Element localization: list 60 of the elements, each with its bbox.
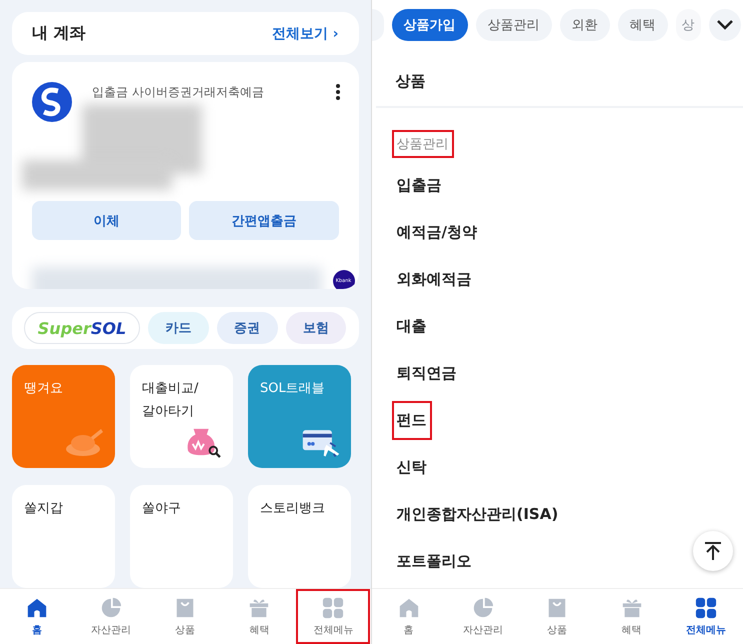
tile-label: 대출비교/ 갈아타기	[142, 380, 198, 419]
group-title: 상품관리	[392, 130, 454, 158]
pie-chart-icon	[472, 596, 494, 618]
bank-logo-icon	[32, 82, 72, 122]
nav-tab[interactable]: 자산관리	[74, 589, 148, 644]
account-action-button[interactable]: 간편앱출금	[189, 201, 338, 240]
chevron-down-icon	[716, 20, 732, 30]
tile-label: 쏠야구	[142, 500, 181, 516]
nav-tab[interactable]: 홈	[0, 589, 74, 644]
nav-tab[interactable]: 자산관리	[446, 589, 520, 644]
account-name: 입출금 사이버증권거래저축예금	[92, 84, 264, 102]
service-tile[interactable]: 쏠야구	[130, 484, 233, 588]
quick-chip[interactable]: 카드	[148, 312, 209, 344]
menu-item[interactable]: 신탁	[392, 448, 432, 487]
menu-item[interactable]: 대출	[392, 307, 432, 346]
menu-item[interactable]: 퇴직연금	[392, 354, 462, 393]
gift-icon	[248, 596, 270, 618]
nav-tab[interactable]: 혜택	[222, 589, 296, 644]
menu-item[interactable]: 포트폴리오	[392, 542, 476, 581]
view-all-link[interactable]: 전체보기 ›	[272, 24, 338, 43]
section-title: 내 계좌	[32, 23, 86, 44]
grid-menu-icon	[322, 596, 344, 618]
nav-tab[interactable]: 상품	[148, 589, 222, 644]
menu-item[interactable]: 개인종합자산관리(ISA)	[392, 495, 564, 534]
scroll-to-top-button[interactable]	[693, 531, 733, 571]
menu-item[interactable]: 예적금/청약	[392, 213, 482, 252]
nav-tab[interactable]: 혜택	[594, 589, 669, 644]
tile-label: 스토리뱅크	[260, 500, 325, 516]
tile-label: 땡겨요	[24, 380, 63, 396]
more-icon[interactable]	[334, 84, 340, 100]
tab-chip[interactable]: 외환	[560, 9, 610, 41]
expand-button[interactable]	[708, 9, 740, 41]
bag-icon	[546, 596, 568, 618]
tab-chip[interactable]: 상품관리	[476, 9, 552, 41]
nav-tab[interactable]: 상품	[520, 589, 594, 644]
gift-icon	[620, 596, 643, 618]
home-icon	[398, 596, 420, 618]
nav-tab[interactable]: 홈	[372, 589, 446, 644]
service-tile[interactable]: 대출비교/ 갈아타기	[130, 364, 233, 468]
tile-label: SOL트래블	[260, 380, 325, 396]
account-action-button[interactable]: 이체	[32, 201, 182, 240]
nav-tab[interactable]: 전체메뉴	[296, 589, 370, 644]
pie-chart-icon	[100, 596, 122, 618]
tab-chip[interactable]: 혜택	[618, 9, 668, 41]
bag-icon	[174, 596, 196, 618]
service-tile[interactable]: 쏠지갑	[12, 484, 115, 588]
arrow-up-icon	[704, 541, 722, 561]
service-tile[interactable]: 스토리뱅크	[248, 484, 351, 588]
home-icon	[26, 596, 48, 618]
tile-label: 쏠지갑	[24, 500, 63, 516]
menu-item[interactable]: 펀드	[392, 401, 432, 440]
nav-tab[interactable]: 전체메뉴	[668, 589, 743, 644]
super-sol-button[interactable]: SuperSOL	[24, 312, 140, 344]
section-title: 상품	[394, 71, 426, 92]
quick-chip[interactable]: 보험	[286, 312, 346, 344]
quick-chip[interactable]: 증권	[216, 312, 278, 344]
menu-item[interactable]: 외화예적금	[392, 260, 476, 299]
grid-menu-icon	[694, 596, 717, 618]
tab-chip[interactable]: 상품가입	[392, 9, 468, 41]
menu-item[interactable]: 입출금	[392, 166, 446, 205]
